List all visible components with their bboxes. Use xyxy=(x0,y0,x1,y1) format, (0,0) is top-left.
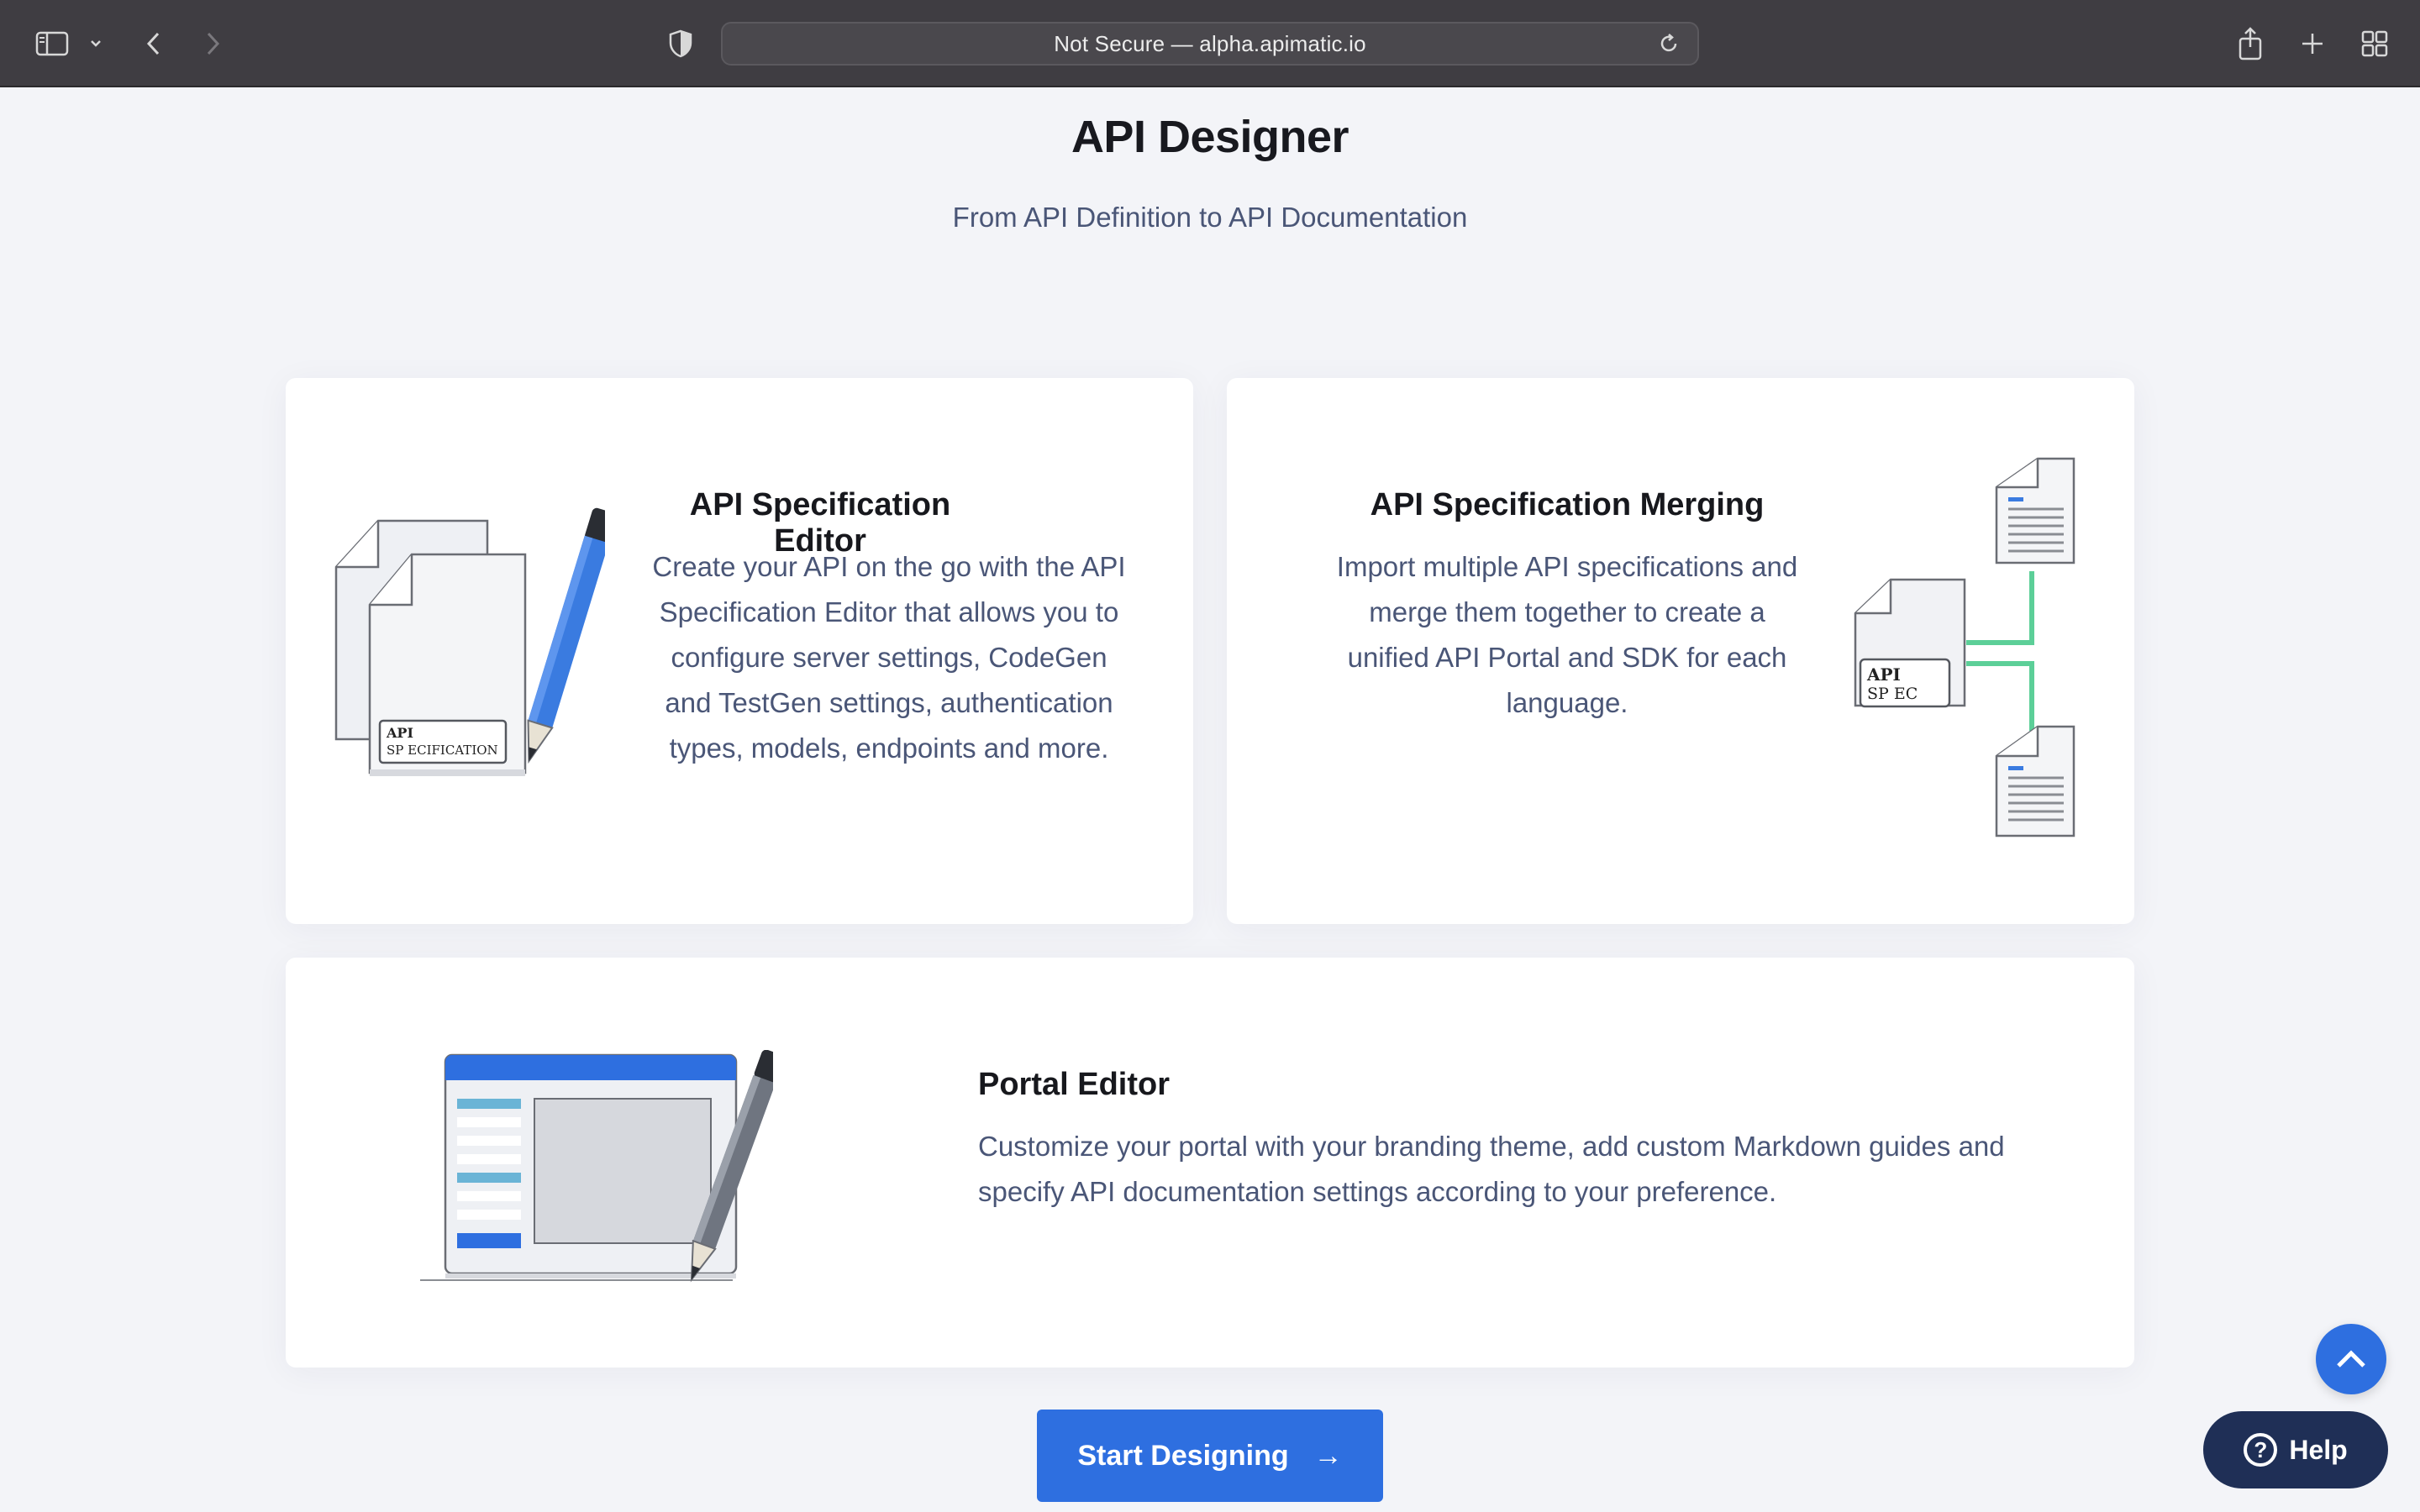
browser-toolbar: Not Secure — alpha.apimatic.io xyxy=(0,0,2420,87)
url-text: Not Secure — alpha.apimatic.io xyxy=(1054,30,1366,56)
help-button[interactable]: ? Help xyxy=(2203,1411,2388,1488)
card-title: API Specification Merging xyxy=(1370,487,1765,522)
sidebar-toggle-icon[interactable] xyxy=(34,22,71,66)
card-description: Create your API on the go with the API S… xyxy=(652,551,1126,764)
page-subtitle: From API Definition to API Documentation xyxy=(952,202,1468,233)
feature-card-portal-editor[interactable]: Portal Editor Customize your portal with… xyxy=(286,958,2134,1368)
share-icon[interactable] xyxy=(2235,22,2265,66)
arrow-right-icon: → xyxy=(1313,1439,1343,1472)
merge-label-line1: API xyxy=(1866,664,1901,685)
tab-overview-icon[interactable] xyxy=(2360,22,2390,66)
start-designing-label: Start Designing xyxy=(1077,1439,1289,1472)
spec-label-line1: API xyxy=(386,725,413,741)
address-bar[interactable]: Not Secure — alpha.apimatic.io xyxy=(721,22,1699,66)
new-tab-icon[interactable] xyxy=(2297,22,2328,66)
forward-icon[interactable] xyxy=(200,22,225,66)
help-label: Help xyxy=(2289,1434,2348,1465)
scroll-to-top-button[interactable] xyxy=(2316,1324,2386,1394)
reload-icon[interactable] xyxy=(1657,32,1681,55)
chevron-down-icon[interactable] xyxy=(86,22,106,66)
merge-label-line2: SP EC xyxy=(1867,685,1918,703)
feature-card-spec-editor[interactable]: API SP ECIFICATION API Specification Edi… xyxy=(286,378,1193,924)
spec-merging-illustration-icon: API SP EC xyxy=(1854,457,2075,837)
back-icon[interactable] xyxy=(141,22,166,66)
card-description: Import multiple API specifications and m… xyxy=(1336,551,1798,718)
shield-icon[interactable] xyxy=(666,22,696,66)
page-title: API Designer xyxy=(1071,112,1349,162)
chevron-up-icon xyxy=(2337,1350,2365,1368)
card-description: Customize your portal with your branding… xyxy=(978,1131,2005,1207)
portal-editor-illustration-icon xyxy=(420,1050,773,1283)
feature-card-spec-merging[interactable]: API Specification Merging Import multipl… xyxy=(1227,378,2134,924)
help-icon: ? xyxy=(2244,1433,2278,1467)
card-title: Portal Editor xyxy=(978,1067,1171,1102)
spec-editor-illustration-icon: API SP ECIFICATION xyxy=(334,507,605,776)
spec-label-line2: SP ECIFICATION xyxy=(387,743,498,758)
start-designing-button[interactable]: Start Designing → xyxy=(1037,1410,1383,1502)
